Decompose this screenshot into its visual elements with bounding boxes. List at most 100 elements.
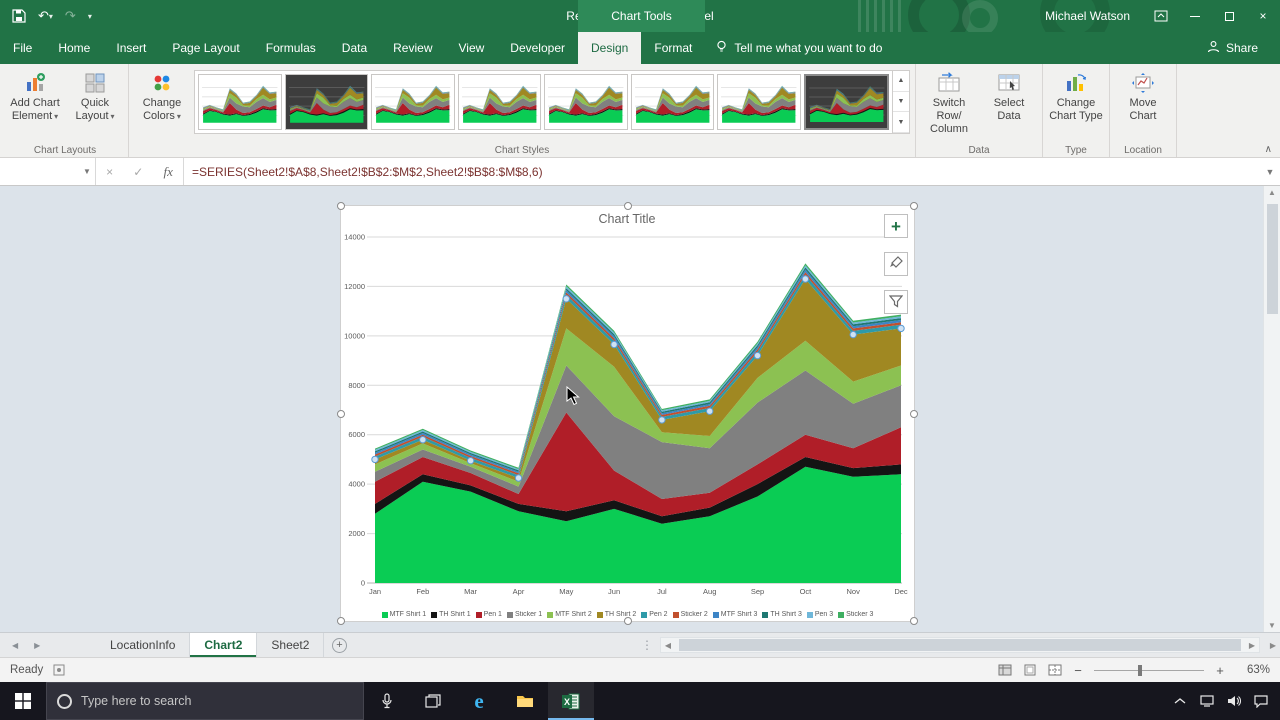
resize-handle[interactable] xyxy=(910,617,918,625)
volume-icon[interactable] xyxy=(1220,682,1247,720)
page-break-view-icon[interactable] xyxy=(1047,663,1062,677)
formula-input[interactable]: =SERIES(Sheet2!$A$8,Sheet2!$B$2:$M$2,She… xyxy=(184,158,1260,185)
edge-icon[interactable]: e xyxy=(456,682,502,720)
scroll-up-icon[interactable]: ▲ xyxy=(1264,188,1280,197)
new-sheet-button[interactable]: + xyxy=(324,633,354,657)
legend-item[interactable]: Pen 1 xyxy=(476,611,502,618)
record-macro-icon[interactable] xyxy=(53,664,65,676)
sheet-tab-chart2[interactable]: Chart2 xyxy=(190,633,257,657)
excel-taskbar-icon[interactable]: X xyxy=(548,682,594,720)
sheet-tab-sheet2[interactable]: Sheet2 xyxy=(257,633,324,657)
change-chart-type-button[interactable]: ChangeChart Type xyxy=(1046,66,1106,123)
sheet-nav-left-icon[interactable]: ◀ xyxy=(12,641,18,650)
chart-style-thumbnail[interactable] xyxy=(804,74,890,130)
switch-row-column-button[interactable]: Switch Row/Column xyxy=(919,66,979,136)
legend-item[interactable]: Pen 3 xyxy=(807,611,833,618)
add-chart-element-button[interactable]: Add ChartElement▾ xyxy=(5,66,65,123)
chart-style-thumbnail[interactable] xyxy=(717,74,801,130)
chart-style-thumbnail[interactable] xyxy=(371,74,455,130)
share-button[interactable]: Share xyxy=(1207,32,1280,64)
sheet-tab-locationinfo[interactable]: LocationInfo xyxy=(96,633,190,657)
user-name[interactable]: Michael Watson xyxy=(1045,9,1130,23)
scroll-right-edge-icon[interactable]: ▶ xyxy=(1270,633,1276,657)
minimize-button[interactable] xyxy=(1178,0,1212,32)
legend-item[interactable]: MTF Shirt 1 xyxy=(382,611,427,618)
gallery-scroll-down-icon[interactable]: ▼ xyxy=(893,92,909,113)
zoom-level[interactable]: 63% xyxy=(1236,664,1270,676)
ribbon-tab-design[interactable]: Design xyxy=(578,32,641,64)
task-view-icon[interactable] xyxy=(410,682,456,720)
horizontal-scrollbar[interactable]: ◀ ▶ xyxy=(660,637,1260,653)
scroll-left-icon[interactable]: ◀ xyxy=(661,641,675,650)
select-data-button[interactable]: SelectData xyxy=(979,66,1039,123)
ribbon-tab-home[interactable]: Home xyxy=(45,32,103,64)
tray-expand-icon[interactable] xyxy=(1166,682,1193,720)
ribbon-tab-formulas[interactable]: Formulas xyxy=(253,32,329,64)
save-icon[interactable] xyxy=(12,9,26,23)
ribbon-tab-file[interactable]: File xyxy=(0,32,45,64)
legend-item[interactable]: Pen 2 xyxy=(641,611,667,618)
normal-view-icon[interactable] xyxy=(997,663,1012,677)
undo-icon[interactable]: ↶▾ xyxy=(38,8,53,24)
resize-handle[interactable] xyxy=(910,410,918,418)
name-box[interactable]: ▼ xyxy=(0,158,96,185)
vertical-scrollbar[interactable]: ▲ ▼ xyxy=(1263,186,1280,632)
maximize-button[interactable] xyxy=(1212,0,1246,32)
chart-style-thumbnail[interactable] xyxy=(458,74,542,130)
tell-me-box[interactable]: Tell me what you want to do xyxy=(715,32,882,64)
scroll-right-icon[interactable]: ▶ xyxy=(1245,641,1259,650)
chart-filters-button[interactable] xyxy=(884,290,908,314)
close-button[interactable]: × xyxy=(1246,0,1280,32)
chart-styles-button[interactable] xyxy=(884,252,908,276)
ribbon-tab-developer[interactable]: Developer xyxy=(497,32,578,64)
ribbon-tab-insert[interactable]: Insert xyxy=(103,32,159,64)
ribbon-tab-format[interactable]: Format xyxy=(641,32,705,64)
chart-elements-button[interactable]: + xyxy=(884,214,908,238)
redo-icon[interactable]: ↷ xyxy=(65,8,76,24)
enter-formula-icon[interactable]: ✓ xyxy=(133,165,143,179)
change-colors-button[interactable]: ChangeColors▾ xyxy=(132,66,192,123)
ribbon-tab-review[interactable]: Review xyxy=(380,32,445,64)
ribbon-tab-view[interactable]: View xyxy=(446,32,498,64)
horizontal-scrollbar-thumb[interactable] xyxy=(679,639,1241,651)
vertical-scrollbar-thumb[interactable] xyxy=(1267,204,1278,314)
sheet-nav-right-icon[interactable]: ▶ xyxy=(34,641,40,650)
chart-style-thumbnail[interactable] xyxy=(544,74,628,130)
chart-sheet-area[interactable]: 02000400060008000100001200014000JanFebMa… xyxy=(0,186,1280,632)
zoom-in-button[interactable]: + xyxy=(1214,663,1226,678)
legend-item[interactable]: Sticker 1 xyxy=(507,611,542,618)
chart[interactable]: 02000400060008000100001200014000JanFebMa… xyxy=(340,205,915,622)
ribbon-tab-data[interactable]: Data xyxy=(329,32,380,64)
expand-formula-bar-icon[interactable]: ▼ xyxy=(1260,158,1280,185)
legend-item[interactable]: Sticker 3 xyxy=(838,611,873,618)
quick-layout-button[interactable]: QuickLayout▾ xyxy=(65,66,125,123)
action-center-icon[interactable] xyxy=(1247,682,1274,720)
tab-split-handle[interactable]: ⋮ xyxy=(641,637,653,653)
resize-handle[interactable] xyxy=(337,410,345,418)
network-icon[interactable] xyxy=(1193,682,1220,720)
chart-style-thumbnail[interactable] xyxy=(631,74,715,130)
customize-qat-icon[interactable]: ▾ xyxy=(88,12,92,21)
start-button[interactable] xyxy=(0,682,46,720)
legend-item[interactable]: Sticker 2 xyxy=(673,611,708,618)
scroll-down-icon[interactable]: ▼ xyxy=(1264,621,1280,630)
legend-item[interactable]: MTF Shirt 3 xyxy=(713,611,758,618)
page-layout-view-icon[interactable] xyxy=(1022,663,1037,677)
resize-handle[interactable] xyxy=(624,617,632,625)
chart-plot[interactable]: 02000400060008000100001200014000JanFebMa… xyxy=(341,206,914,602)
taskbar-search[interactable]: Type here to search xyxy=(46,682,364,720)
resize-handle[interactable] xyxy=(337,202,345,210)
microphone-icon[interactable] xyxy=(364,682,410,720)
collapse-ribbon-button[interactable]: ∧ xyxy=(1265,144,1272,155)
zoom-out-button[interactable]: − xyxy=(1072,663,1084,678)
legend-item[interactable]: MTF Shirt 2 xyxy=(547,611,592,618)
resize-handle[interactable] xyxy=(910,202,918,210)
resize-handle[interactable] xyxy=(624,202,632,210)
legend-item[interactable]: TH Shirt 1 xyxy=(431,611,471,618)
ribbon-display-options-icon[interactable] xyxy=(1144,0,1178,32)
gallery-scroll-up-icon[interactable]: ▲ xyxy=(893,71,909,92)
chart-style-thumbnail[interactable] xyxy=(285,74,369,130)
zoom-slider[interactable] xyxy=(1094,670,1204,671)
zoom-slider-handle[interactable] xyxy=(1138,665,1142,676)
resize-handle[interactable] xyxy=(337,617,345,625)
